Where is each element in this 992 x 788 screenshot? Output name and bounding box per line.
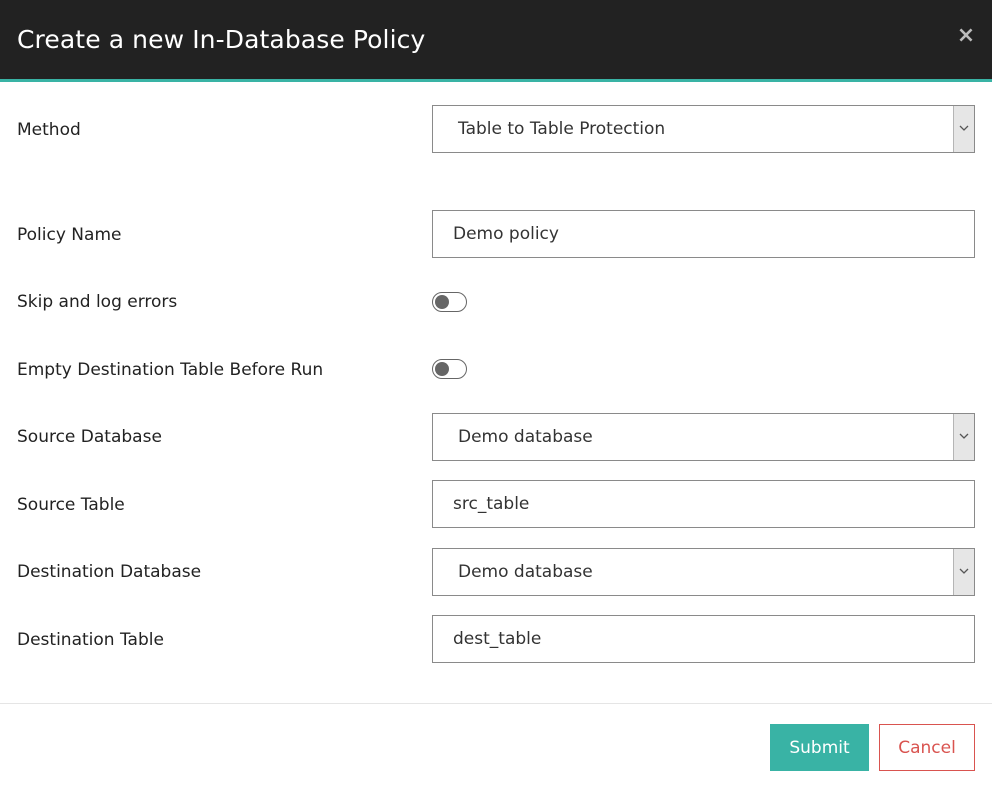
policy-name-label: Policy Name (17, 225, 122, 245)
chevron-down-icon[interactable] (953, 549, 974, 595)
policy-name-value: Demo policy (453, 224, 559, 244)
skip-log-errors-toggle[interactable] (432, 292, 467, 312)
method-label: Method (17, 120, 81, 140)
chevron-down-icon[interactable] (953, 414, 974, 460)
destination-table-input[interactable]: dest_table (432, 615, 975, 663)
source-table-input[interactable]: src_table (432, 480, 975, 528)
destination-table-label: Destination Table (17, 630, 164, 650)
source-database-value: Demo database (458, 427, 593, 447)
destination-table-value: dest_table (453, 629, 542, 649)
method-select-value: Table to Table Protection (458, 119, 666, 139)
close-icon[interactable]: × (952, 22, 980, 50)
cancel-button[interactable]: Cancel (879, 724, 975, 771)
empty-destination-label: Empty Destination Table Before Run (17, 360, 324, 380)
submit-button[interactable]: Submit (770, 724, 869, 771)
destination-database-value: Demo database (458, 562, 593, 582)
dialog-header: Create a new In-Database Policy × (0, 0, 992, 82)
destination-database-select[interactable]: Demo database (432, 548, 975, 596)
source-database-label: Source Database (17, 427, 162, 447)
empty-destination-toggle[interactable] (432, 359, 467, 379)
policy-name-input[interactable]: Demo policy (432, 210, 975, 258)
chevron-down-icon[interactable] (953, 106, 974, 152)
toggle-knob (435, 295, 449, 309)
dialog-title: Create a new In-Database Policy (17, 25, 426, 54)
source-table-value: src_table (453, 494, 530, 514)
destination-database-label: Destination Database (17, 562, 202, 582)
footer-divider (0, 703, 992, 704)
source-database-select[interactable]: Demo database (432, 413, 975, 461)
create-policy-dialog: Create a new In-Database Policy × Method… (0, 0, 992, 788)
source-table-label: Source Table (17, 495, 125, 515)
toggle-knob (435, 362, 449, 376)
method-select[interactable]: Table to Table Protection (432, 105, 975, 153)
skip-log-errors-label: Skip and log errors (17, 292, 178, 312)
